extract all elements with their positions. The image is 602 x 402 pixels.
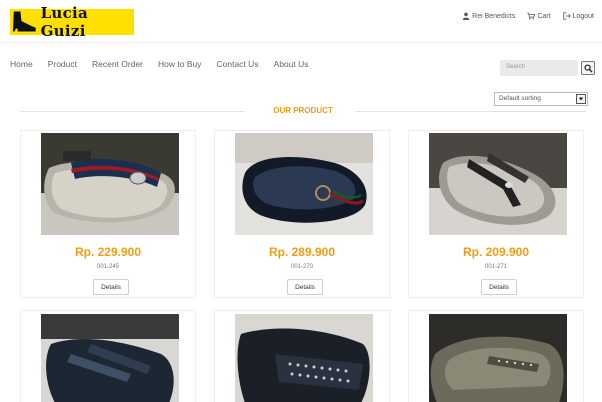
product-code: 001-270 <box>290 264 314 270</box>
cart-link[interactable]: Cart <box>527 12 551 20</box>
cart-label: Cart <box>537 12 551 20</box>
user-icon <box>462 12 470 20</box>
details-button[interactable]: Details <box>93 279 129 295</box>
product-card: Rp. 209.900 001-271 Details <box>408 130 584 298</box>
nav-about-us[interactable]: About Us <box>274 59 309 69</box>
header-divider <box>0 42 602 43</box>
product-image[interactable] <box>41 314 179 402</box>
sort-selected: Default sorting <box>499 95 541 102</box>
brand-name: Lucia Guizi <box>40 4 89 40</box>
search-icon <box>583 63 593 73</box>
section-header: OUR PRODUCT <box>20 105 586 119</box>
user-name: Rei Benedicts <box>472 12 516 20</box>
product-price: Rp. 289.900 <box>268 245 336 259</box>
product-image[interactable] <box>429 314 567 402</box>
logout-link[interactable]: Logout <box>562 12 594 20</box>
nav-how-to-buy[interactable]: How to Buy <box>158 59 201 69</box>
logout-label: Logout <box>572 12 594 20</box>
product-code: 001-245 <box>96 264 120 270</box>
product-card <box>20 310 196 402</box>
nav-contact-us[interactable]: Contact Us <box>216 59 258 69</box>
nav-home[interactable]: Home <box>10 59 33 69</box>
product-image[interactable] <box>41 133 179 235</box>
brand-logo[interactable]: Lucia Guizi <box>10 4 134 40</box>
product-price: Rp. 209.900 <box>462 245 530 259</box>
logout-icon <box>562 12 571 20</box>
details-button[interactable]: Details <box>287 279 323 295</box>
product-image[interactable] <box>235 133 373 235</box>
user-link[interactable]: Rei Benedicts <box>462 12 515 20</box>
top-user-nav: Rei Benedicts Cart Logout <box>462 12 594 20</box>
search-input[interactable]: Search <box>500 60 578 76</box>
product-price: Rp. 229.900 <box>74 245 142 259</box>
nav-recent-order[interactable]: Recent Order <box>92 59 143 69</box>
cart-icon <box>527 12 536 20</box>
dropdown-arrow-icon <box>576 94 586 104</box>
product-card: Rp. 229.900 001-245 Details <box>20 130 196 298</box>
sort-select[interactable]: Default sorting <box>494 92 588 106</box>
product-code: 001-271 <box>484 264 508 270</box>
search-button[interactable] <box>581 61 595 75</box>
product-image[interactable] <box>235 314 373 402</box>
product-card: Rp. 289.900 001-270 Details <box>214 130 390 298</box>
nav-product[interactable]: Product <box>48 59 77 69</box>
product-image[interactable] <box>429 133 567 235</box>
product-card <box>214 310 390 402</box>
details-button[interactable]: Details <box>481 279 517 295</box>
section-title: OUR PRODUCT <box>273 106 333 115</box>
product-card <box>408 310 584 402</box>
main-nav: Home Product Recent Order How to Buy Con… <box>10 59 324 69</box>
boot-logo-icon <box>12 11 36 32</box>
